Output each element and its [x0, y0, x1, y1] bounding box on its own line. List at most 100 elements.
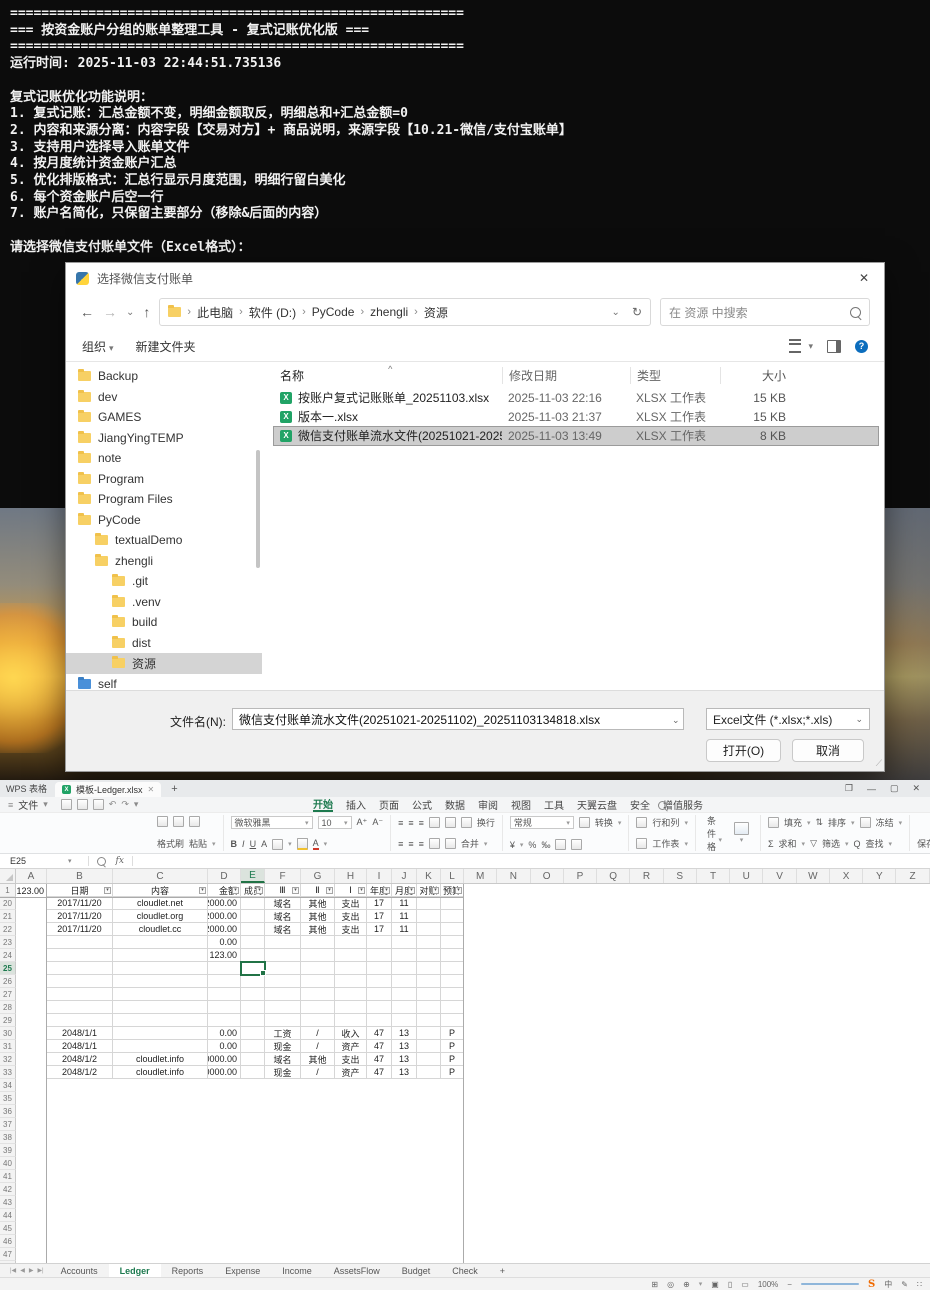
cell-K40[interactable] [417, 1157, 441, 1170]
cell-E36[interactable] [241, 1105, 265, 1118]
cell-C27[interactable] [113, 988, 208, 1001]
menu-tab-公式[interactable]: 公式 [412, 797, 432, 812]
cell-G21[interactable]: 其他 [301, 910, 335, 923]
rows-cols-icon[interactable] [636, 817, 647, 828]
zoom-out-icon[interactable]: − [787, 1280, 792, 1289]
cell-L24[interactable] [441, 949, 464, 962]
cell-B45[interactable] [47, 1222, 113, 1235]
cell-K20[interactable] [417, 897, 441, 910]
bold-button[interactable]: B [231, 839, 238, 849]
cell-K39[interactable] [417, 1144, 441, 1157]
cell-D25[interactable] [208, 962, 241, 975]
cell-B25[interactable] [47, 962, 113, 975]
filename-dropdown-icon[interactable]: ⌄ [672, 715, 680, 726]
cell-B46[interactable] [47, 1235, 113, 1248]
name-box-caret-icon[interactable]: ▾ [68, 857, 72, 865]
cell-H34[interactable] [335, 1079, 367, 1092]
cell-F34[interactable] [265, 1079, 301, 1092]
menu-tab-数据[interactable]: 数据 [445, 797, 465, 812]
row-header-45[interactable]: 45 [0, 1222, 16, 1235]
col-header-H[interactable]: H [335, 869, 367, 883]
save-icon[interactable] [61, 799, 72, 810]
cell-A1[interactable]: 123.00 [16, 884, 47, 897]
increase-decimal-icon[interactable] [555, 839, 566, 850]
cell-L44[interactable] [441, 1209, 464, 1222]
menu-tab-工具[interactable]: 工具 [544, 797, 564, 812]
cell-I33[interactable]: 47 [367, 1066, 392, 1079]
sogou-ime-icon[interactable]: S [868, 1279, 875, 1290]
cell-D27[interactable] [208, 988, 241, 1001]
cell-I22[interactable]: 17 [367, 923, 392, 936]
fill-color-icon[interactable] [297, 838, 308, 850]
cell-C26[interactable] [113, 975, 208, 988]
convert-label[interactable]: 转换 [595, 816, 613, 829]
cell-F1[interactable]: Ⅲ▾ [265, 884, 301, 897]
minimize-icon[interactable]: — [867, 784, 876, 794]
cell-C20[interactable]: cloudlet.net [113, 897, 208, 910]
cell-H29[interactable] [335, 1014, 367, 1027]
row-header-30[interactable]: 30 [0, 1027, 16, 1040]
tab-close-icon[interactable]: ✕ [148, 785, 155, 794]
tree-item-PyCode[interactable]: PyCode [66, 510, 262, 531]
paste-icon[interactable] [173, 816, 184, 827]
cell-H22[interactable]: 支出 [335, 923, 367, 936]
tree-item-note[interactable]: note [66, 448, 262, 469]
align-right-icon[interactable]: ≡ [419, 839, 424, 849]
rows-cols-label[interactable]: 行和列 [652, 816, 679, 829]
cell-I38[interactable] [367, 1131, 392, 1144]
sheet-tab-Reports[interactable]: Reports [161, 1264, 215, 1277]
cell-J43[interactable] [392, 1196, 417, 1209]
cell-H38[interactable] [335, 1131, 367, 1144]
align-middle-icon[interactable]: ≡ [408, 818, 413, 828]
cell-J46[interactable] [392, 1235, 417, 1248]
breadcrumb-item[interactable]: 资源 [424, 304, 448, 321]
cell-A45[interactable] [16, 1222, 47, 1235]
cell-F39[interactable] [265, 1144, 301, 1157]
zoom-slider[interactable] [801, 1283, 859, 1285]
cell-L1[interactable]: 预算▾ [441, 884, 464, 897]
indent-increase-icon[interactable] [445, 817, 456, 828]
cell-B21[interactable]: 2017/11/20 [47, 910, 113, 923]
cell-E27[interactable] [241, 988, 265, 1001]
cell-G40[interactable] [301, 1157, 335, 1170]
insert-function-icon[interactable]: fx [116, 856, 124, 866]
cell-D20[interactable]: 2000.00 [208, 897, 241, 910]
cell-F44[interactable] [265, 1209, 301, 1222]
cell-I41[interactable] [367, 1170, 392, 1183]
cell-J47[interactable] [392, 1248, 417, 1261]
cell-G30[interactable]: / [301, 1027, 335, 1040]
cell-A26[interactable] [16, 975, 47, 988]
cell-G24[interactable] [301, 949, 335, 962]
col-header-O[interactable]: O [531, 869, 564, 883]
cell-D30[interactable]: 0.00 [208, 1027, 241, 1040]
font-name-select[interactable]: 微软雅黑▾ [231, 816, 313, 829]
cell-F42[interactable] [265, 1183, 301, 1196]
cell-A30[interactable] [16, 1027, 47, 1040]
normal-view-icon[interactable]: ▣ [711, 1280, 719, 1289]
row-header-38[interactable]: 38 [0, 1131, 16, 1144]
last-sheet-icon[interactable]: ▶| [37, 1267, 43, 1274]
cell-F27[interactable] [265, 988, 301, 1001]
cell-L27[interactable] [441, 988, 464, 1001]
new-folder-button[interactable]: 新建文件夹 [136, 338, 196, 355]
cell-G41[interactable] [301, 1170, 335, 1183]
col-header-R[interactable]: R [630, 869, 663, 883]
column-header-date[interactable]: 修改日期 [502, 367, 630, 384]
cell-D29[interactable] [208, 1014, 241, 1027]
cell-D37[interactable] [208, 1118, 241, 1131]
align-center-icon[interactable]: ≡ [408, 839, 413, 849]
cell-J24[interactable] [392, 949, 417, 962]
cell-G23[interactable] [301, 936, 335, 949]
underline-button[interactable]: U [250, 839, 257, 849]
cell-L33[interactable]: P [441, 1066, 464, 1079]
font-color-icon[interactable]: A [313, 838, 319, 850]
cell-I21[interactable]: 17 [367, 910, 392, 923]
cell-L48[interactable] [441, 1261, 464, 1263]
filter-icon[interactable]: ▾ [408, 887, 415, 894]
cell-A27[interactable] [16, 988, 47, 1001]
col-header-E[interactable]: E [241, 869, 265, 883]
cell-J23[interactable] [392, 936, 417, 949]
cell-I42[interactable] [367, 1183, 392, 1196]
row-header-46[interactable]: 46 [0, 1235, 16, 1248]
cell-F23[interactable] [265, 936, 301, 949]
